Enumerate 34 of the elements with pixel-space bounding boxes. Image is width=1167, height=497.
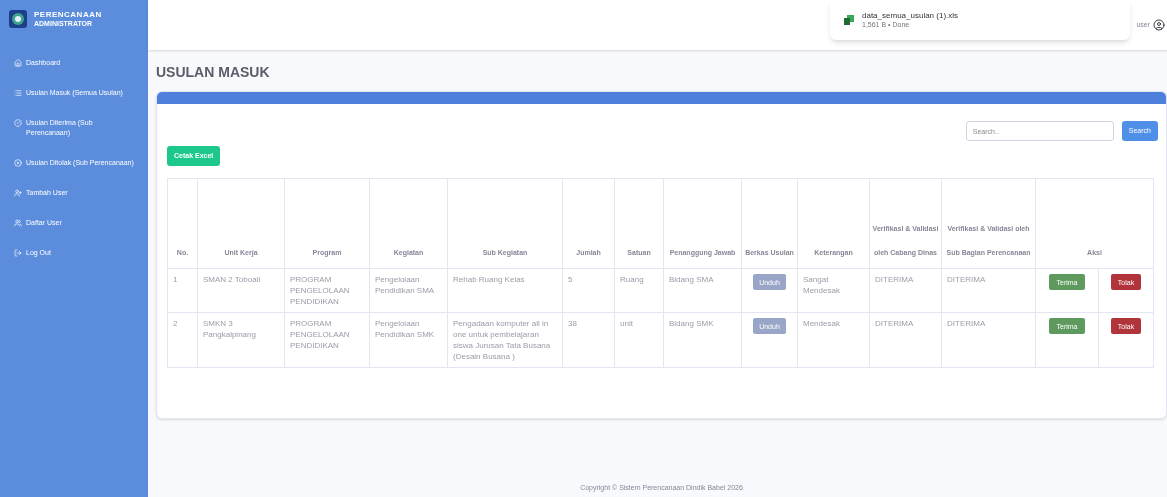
download-file-name: data_semua_usulan (1).xls (862, 11, 959, 20)
user-avatar-icon (1153, 19, 1165, 31)
table-cell: unit (620, 319, 633, 329)
table-cell: 2 (173, 319, 178, 329)
logo-icon (8, 9, 28, 29)
table-cell: Bidang SMK (669, 319, 714, 329)
table-cell: Rehab Ruang Kelas (453, 275, 525, 285)
table-cell: SMAN 2 Toboali (203, 275, 261, 285)
home-icon (14, 59, 22, 67)
table-cell: Pengelolaan Pendidikan SMA (375, 275, 435, 296)
table-cell: Sangat Mendesak (803, 275, 840, 296)
table-cell: Bidang SMA (669, 275, 714, 285)
table-cell: PROGRAM PENGELOLAAN PENDIDIKAN (290, 275, 350, 307)
users-icon (14, 219, 22, 227)
table-cell: DITERIMA (947, 319, 986, 329)
list-icon (14, 89, 22, 97)
table-cell: 38 (568, 319, 577, 329)
table-cell: Mendesak (803, 319, 840, 329)
table-cell: 1 (173, 275, 178, 285)
table-cell: DITERIMA (875, 275, 914, 285)
table-cell: DITERIMA (947, 275, 986, 285)
spreadsheet-file-icon (844, 15, 854, 25)
table-cell: PROGRAM PENGELOLAAN PENDIDIKAN (290, 319, 350, 351)
table-cell: SMKN 3 Pangkalpinang (203, 319, 256, 340)
logout-icon (14, 249, 22, 257)
page-title: USULAN MASUK (156, 63, 271, 82)
table-cell: Pengelolaan Pendidikan SMK (375, 319, 435, 340)
table-cell: Ruang (620, 275, 644, 285)
check-circle-icon (14, 119, 22, 127)
brand-title: PERENCANAAN (34, 10, 102, 19)
table-cell: Pengadaan komputer all in one untuk pembelajaran siswa Jurusan Tata Busana (Desain Busana ) (453, 319, 551, 362)
table-cell: 5 (568, 275, 573, 285)
table-cell: DITERIMA (875, 319, 914, 329)
user-plus-icon (14, 189, 22, 197)
